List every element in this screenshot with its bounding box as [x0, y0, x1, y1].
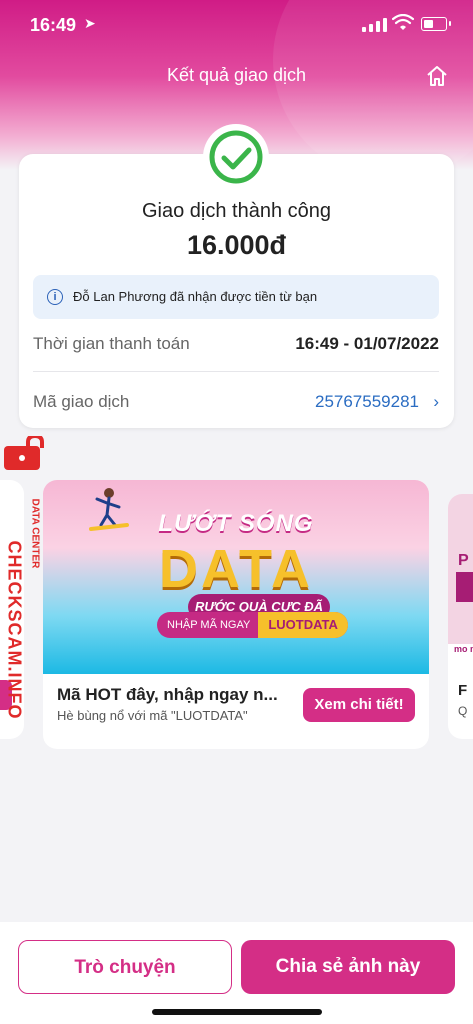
status-bar: 16:49 ➤ [0, 0, 473, 50]
payment-time-row: Thời gian thanh toán 16:49 - 01/07/2022 [33, 316, 439, 372]
lock-icon [4, 436, 44, 470]
promo-card[interactable]: LƯỚT SÓNG DATA RƯỚC QUÀ CỰC ĐÃ NHẬP MÃ N… [43, 480, 429, 749]
promo-code: LUOTDATA [258, 612, 348, 638]
battery-icon [421, 17, 447, 31]
transaction-status: Giao dịch thành công [141, 200, 332, 222]
success-check-icon [203, 124, 269, 190]
transaction-card: Giao dịch thành công 16.000đ i Đỗ Lan Ph… [19, 154, 454, 428]
banner-headline: LƯỚT SÓNG [158, 510, 314, 537]
payment-time-label: Thời gian thanh toán [33, 334, 190, 353]
promo-title: Mã HOT đây, nhập ngay n... [57, 685, 278, 704]
view-details-button[interactable]: Xem chi tiết! [303, 688, 415, 722]
watermark-subtext: DATA CENTER [29, 498, 41, 569]
home-indicator [152, 1009, 322, 1015]
next-card-subtitle: Q [458, 704, 468, 718]
wifi-icon [392, 14, 414, 30]
promo-banner[interactable]: LƯỚT SÓNG DATA RƯỚC QUÀ CỰC ĐÃ NHẬP MÃ N… [43, 480, 429, 674]
cellular-signal-icon [362, 18, 387, 32]
divider [33, 371, 439, 372]
info-icon: i [47, 289, 63, 305]
battery-tip [449, 21, 451, 26]
promo-code-pill: NHẬP MÃ NGAY LUOTDATA [157, 612, 348, 638]
transaction-amount: 16.000đ [186, 230, 287, 260]
promo-code-prefix: NHẬP MÃ NGAY [167, 619, 251, 631]
bottom-action-bar: Trò chuyện Chia sẻ ảnh này [0, 922, 473, 1024]
watermark-text: CHECKSCAM.INFO [4, 540, 25, 720]
momo-logo: mo mo [454, 644, 473, 654]
next-card-title: F [458, 682, 468, 699]
chat-button[interactable]: Trò chuyện [18, 940, 232, 994]
transaction-id-value[interactable]: 25767559281 [315, 392, 419, 412]
share-image-button[interactable]: Chia sẻ ảnh này [241, 940, 455, 994]
next-card-badge [456, 572, 473, 602]
transaction-id-row[interactable]: Mã giao dịch 25767559281 › [33, 374, 439, 430]
page-title: Kết quả giao dịch [166, 65, 307, 85]
status-time: 16:49 [30, 15, 77, 35]
carousel-card-next[interactable]: P mo mo F Q [448, 494, 473, 739]
chevron-right-icon[interactable]: › [433, 392, 439, 412]
banner-data-text: DATA [159, 539, 313, 599]
home-icon[interactable] [424, 63, 450, 89]
next-card-banner-text: P [458, 552, 469, 569]
transaction-id-label: Mã giao dịch [33, 392, 130, 411]
info-text: Đỗ Lan Phương đã nhận được tiền từ bạn [73, 289, 318, 304]
promo-subtitle: Hè bùng nổ với mã "LUOTDATA" [57, 708, 248, 723]
info-banner: i Đỗ Lan Phương đã nhận được tiền từ bạn [33, 275, 439, 319]
payment-time-value: 16:49 - 01/07/2022 [295, 334, 439, 353]
location-arrow-icon: ➤ [84, 15, 96, 31]
